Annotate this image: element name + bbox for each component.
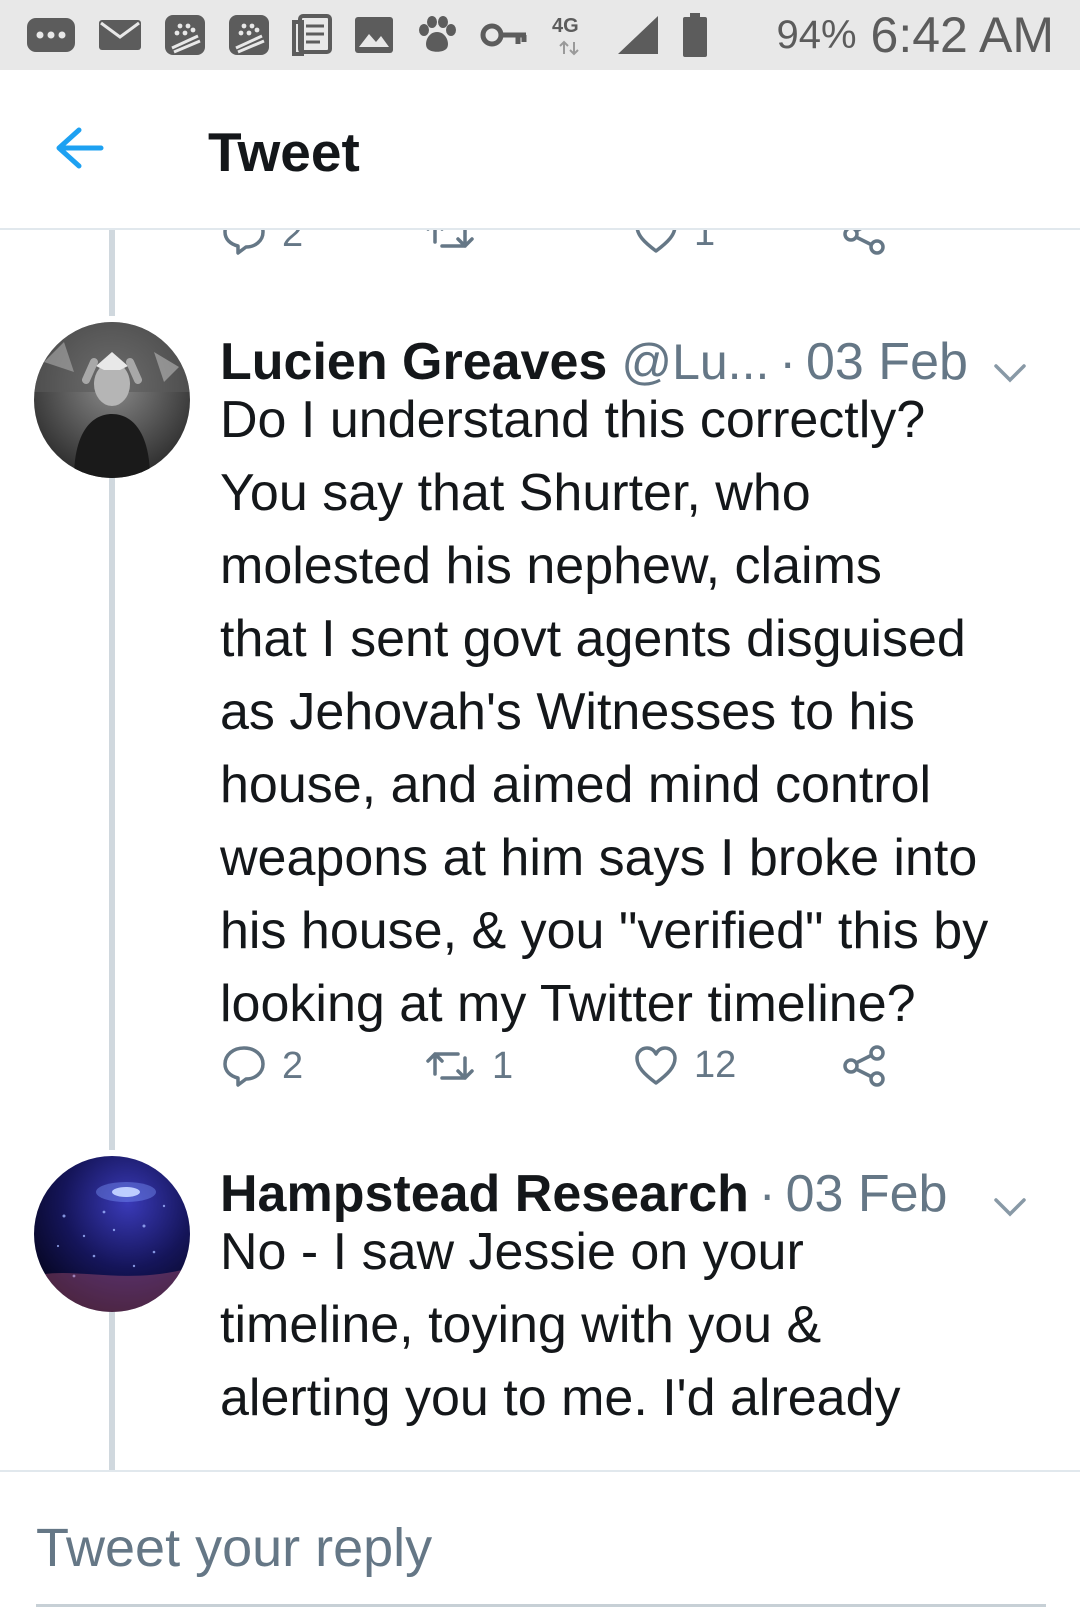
share-button[interactable] — [840, 230, 888, 256]
retweet-button[interactable]: 1 — [424, 1044, 513, 1088]
tweet-date[interactable]: 03 Feb — [806, 332, 968, 392]
share-icon — [843, 1045, 885, 1087]
avatar-photo — [34, 322, 190, 478]
avatar[interactable] — [34, 322, 190, 478]
reply-composer — [0, 1470, 1080, 1620]
back-arrow-icon — [56, 127, 104, 169]
image-icon — [354, 13, 394, 57]
reply-button[interactable]: 2 — [222, 1044, 303, 1088]
tweet[interactable]: Lucien Greaves @Lu... · 03 Feb Do I unde… — [0, 316, 1080, 1156]
tweet-date[interactable]: 03 Feb — [786, 1164, 948, 1224]
retweet-button[interactable] — [424, 230, 492, 256]
share-button[interactable] — [840, 1044, 888, 1088]
reply-input[interactable] — [36, 1512, 1044, 1584]
more-notifications-icon — [26, 13, 76, 57]
tweet-actions: 2 1 12 — [0, 1044, 1080, 1104]
retweet-icon — [426, 1052, 474, 1080]
author-handle[interactable]: @Lu... — [621, 333, 769, 391]
battery-percent: 94% — [776, 12, 857, 57]
svg-text:4G: 4G — [552, 15, 579, 37]
lte-icon: 4G — [550, 13, 594, 57]
app-header: Tweet — [0, 70, 1080, 230]
clock: 6:42 AM — [870, 7, 1054, 63]
tweet-text: Do I understand this correctly? You say … — [220, 391, 989, 1033]
status-bar: 4G 94% 6:42 AM — [0, 0, 1080, 70]
share-icon — [843, 230, 885, 255]
back-button[interactable] — [52, 120, 108, 176]
like-button[interactable]: 12 — [634, 1044, 736, 1087]
author-name[interactable]: Lucien Greaves — [220, 332, 607, 392]
page-title: Tweet — [208, 121, 360, 183]
like-button[interactable]: 1 — [634, 230, 715, 255]
paw-icon — [416, 13, 458, 57]
reply-input-underline — [36, 1604, 1046, 1607]
mail-icon — [98, 13, 142, 57]
avatar-photo — [34, 1156, 190, 1312]
key-icon — [480, 13, 528, 57]
tweet[interactable]: Hampstead Research · 03 Feb No - I saw J… — [0, 1150, 1080, 1470]
blackberry-icon — [228, 13, 270, 57]
heart-icon — [635, 230, 677, 253]
blackberry-icon — [164, 13, 206, 57]
separator-dot: · — [758, 1166, 776, 1222]
separator-dot: · — [779, 334, 797, 390]
reply-icon — [223, 230, 265, 255]
conversation-feed[interactable]: 2 1 Lucien Greaves @Lu... · 03 Feb Do I … — [0, 230, 1080, 1470]
tweet-text: No - I saw Jessie on your timeline, toyi… — [220, 1223, 901, 1427]
reply-icon — [223, 1046, 265, 1087]
reply-button[interactable]: 2 — [222, 230, 303, 256]
signal-icon — [616, 13, 660, 57]
tweet-header: Lucien Greaves @Lu... · 03 Feb — [220, 332, 968, 392]
tweet-header: Hampstead Research · 03 Feb — [220, 1164, 947, 1224]
retweet-icon — [426, 230, 474, 248]
avatar[interactable] — [34, 1156, 190, 1312]
battery-icon — [682, 13, 708, 57]
heart-icon — [635, 1045, 677, 1085]
twitter-app: 4G 94% 6:42 AM Tweet 2 1 Lucien Greaves … — [0, 0, 1080, 1620]
news-icon — [292, 13, 332, 57]
author-name[interactable]: Hampstead Research — [220, 1164, 749, 1224]
tweet-actions: 2 1 — [0, 230, 1080, 272]
